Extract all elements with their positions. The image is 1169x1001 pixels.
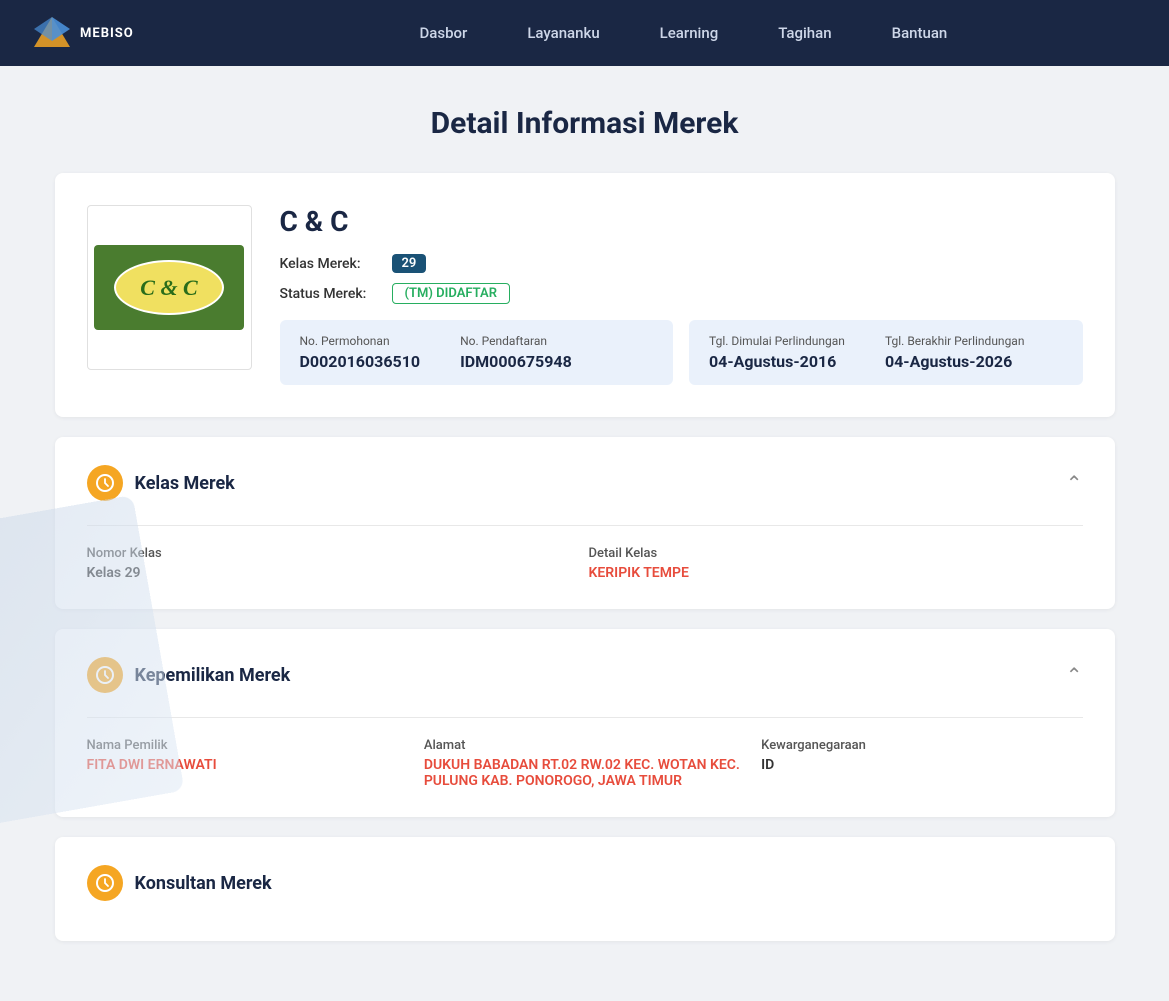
merek-logo-ellipse: C & C [114, 260, 224, 315]
kelas-badge: 29 [392, 254, 427, 273]
nomor-kelas-value: Kelas 29 [87, 565, 581, 581]
alamat-col: Alamat DUKUH BABADAN RT.02 RW.02 KEC. WO… [424, 738, 745, 789]
tgl-mulai-label: Tgl. Dimulai Perlindungan [709, 334, 845, 348]
kepemilikan-header: Kepemilikan Merek ⌃ [87, 657, 1083, 693]
tgl-mulai-value: 04-Agustus-2016 [709, 352, 845, 371]
nomor-kelas-label: Nomor Kelas [87, 546, 581, 561]
nav-dasbor[interactable]: Dasbor [419, 24, 467, 42]
kelas-merek-divider [87, 525, 1083, 526]
tgl-mulai-item: Tgl. Dimulai Perlindungan 04-Agustus-201… [709, 334, 845, 371]
merek-logo-text: C & C [140, 275, 197, 301]
kelas-row: Kelas Merek: 29 [280, 254, 1083, 273]
kepemilikan-content: Nama Pemilik FITA DWI ERNAWATI Alamat DU… [87, 738, 1083, 789]
konsultan-card: Konsultan Merek [55, 837, 1115, 941]
kelas-merek-icon [87, 465, 123, 501]
detail-kelas-value: KERIPIK TEMPE [589, 565, 1083, 581]
info-boxes: No. Permohonan D002016036510 No. Pendaft… [280, 320, 1083, 385]
page-title: Detail Informasi Merek [55, 106, 1115, 141]
kelas-merek-card: Kelas Merek ⌃ Nomor Kelas Kelas 29 Detai… [55, 437, 1115, 609]
konsultan-header-left: Konsultan Merek [87, 865, 272, 901]
page-content: Detail Informasi Merek C & C C & C Kelas… [35, 66, 1135, 1001]
no-pendaftaran-item: No. Pendaftaran IDM000675948 [460, 334, 572, 371]
brand[interactable]: MEBISO [32, 15, 134, 51]
alamat-label: Alamat [424, 738, 745, 753]
alamat-value: DUKUH BABADAN RT.02 RW.02 KEC. WOTAN KEC… [424, 757, 745, 789]
nav-learning[interactable]: Learning [660, 24, 719, 42]
merek-logo-box: C & C [87, 205, 252, 370]
no-permohonan-item: No. Permohonan D002016036510 [300, 334, 421, 371]
konsultan-header: Konsultan Merek [87, 865, 1083, 901]
no-permohonan-label: No. Permohonan [300, 334, 421, 348]
kelas-label: Kelas Merek: [280, 256, 380, 272]
kelas-merek-content: Nomor Kelas Kelas 29 Detail Kelas KERIPI… [87, 546, 1083, 581]
brand-text: MEBISO [80, 26, 134, 41]
kepemilikan-chevron-icon[interactable]: ⌃ [1066, 663, 1083, 687]
brand-logo-icon [32, 15, 72, 51]
status-badge: (TM) DIDAFTAR [392, 283, 510, 304]
merek-info: C & C Kelas Merek: 29 Status Merek: (TM)… [280, 205, 1083, 385]
merek-name: C & C [280, 205, 1083, 238]
info-box-row-left: No. Permohonan D002016036510 No. Pendaft… [300, 334, 654, 371]
kepemilikan-divider [87, 717, 1083, 718]
konsultan-title: Konsultan Merek [135, 873, 272, 894]
kewarganegaraan-col: Kewarganegaraan ID [761, 738, 1082, 789]
navbar: MEBISO Dasbor Layananku Learning Tagihan… [0, 0, 1169, 66]
nomor-kelas-col: Nomor Kelas Kelas 29 [87, 546, 581, 581]
no-pendaftaran-value: IDM000675948 [460, 352, 572, 371]
kelas-merek-title: Kelas Merek [135, 473, 235, 494]
merek-header: C & C C & C Kelas Merek: 29 Status Merek… [87, 205, 1083, 385]
detail-kelas-col: Detail Kelas KERIPIK TEMPE [589, 546, 1083, 581]
info-box-permohonan: No. Permohonan D002016036510 No. Pendaft… [280, 320, 674, 385]
tgl-berakhir-label: Tgl. Berakhir Perlindungan [885, 334, 1025, 348]
detail-kelas-label: Detail Kelas [589, 546, 1083, 561]
nav-links: Dasbor Layananku Learning Tagihan Bantua… [230, 24, 1137, 42]
nav-bantuan[interactable]: Bantuan [892, 24, 948, 42]
info-box-row-right: Tgl. Dimulai Perlindungan 04-Agustus-201… [709, 334, 1063, 371]
konsultan-icon [87, 865, 123, 901]
status-label: Status Merek: [280, 286, 380, 302]
tgl-berakhir-value: 04-Agustus-2026 [885, 352, 1025, 371]
status-row: Status Merek: (TM) DIDAFTAR [280, 283, 1083, 304]
kelas-merek-header: Kelas Merek ⌃ [87, 465, 1083, 501]
merek-logo-inner: C & C [94, 245, 244, 330]
tgl-berakhir-item: Tgl. Berakhir Perlindungan 04-Agustus-20… [885, 334, 1025, 371]
merek-header-card: C & C C & C Kelas Merek: 29 Status Merek… [55, 173, 1115, 417]
no-permohonan-value: D002016036510 [300, 352, 421, 371]
kelas-merek-chevron-icon[interactable]: ⌃ [1066, 471, 1083, 495]
no-pendaftaran-label: No. Pendaftaran [460, 334, 572, 348]
kewarganegaraan-value: ID [761, 757, 1082, 773]
kelas-merek-header-left: Kelas Merek [87, 465, 235, 501]
nav-layananku[interactable]: Layananku [527, 24, 599, 42]
nav-tagihan[interactable]: Tagihan [778, 24, 831, 42]
info-box-perlindungan: Tgl. Dimulai Perlindungan 04-Agustus-201… [689, 320, 1083, 385]
kepemilikan-card: Kepemilikan Merek ⌃ Nama Pemilik FITA DW… [55, 629, 1115, 817]
kewarganegaraan-label: Kewarganegaraan [761, 738, 1082, 753]
